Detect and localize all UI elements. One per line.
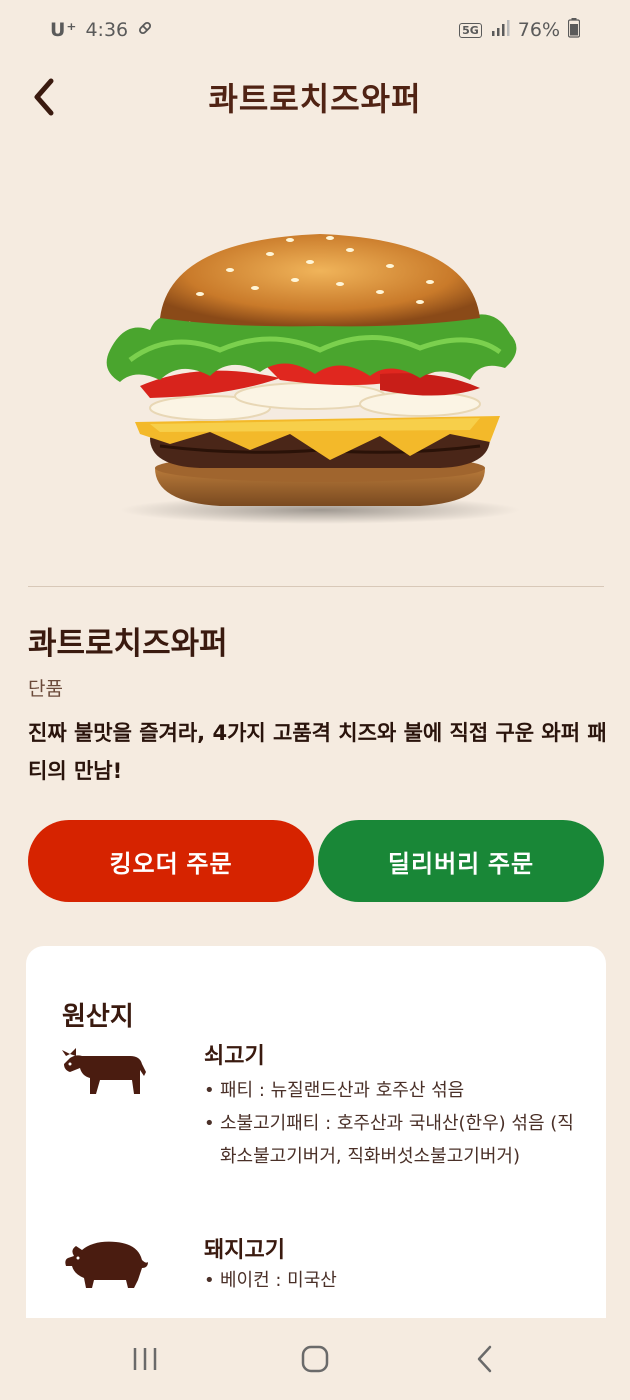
origin-title: 원산지 xyxy=(62,1002,134,1032)
delivery-order-button[interactable]: 딜리버리 주문 xyxy=(318,820,604,902)
product-name: 콰트로치즈와퍼 xyxy=(28,626,228,662)
list-item: 소불고기패티 : 호주산과 국내산(한우) 섞음 (직화소불고기버거, 직화버섯… xyxy=(204,1107,574,1173)
system-back-button[interactable] xyxy=(455,1329,515,1389)
back-arrow-icon xyxy=(477,1345,492,1373)
origin-list-pork: 베이컨 : 미국산 xyxy=(204,1264,574,1297)
signal-icon xyxy=(490,19,510,42)
home-button[interactable] xyxy=(285,1329,345,1389)
product-type: 단품 xyxy=(28,678,63,700)
pill-icon xyxy=(136,19,154,42)
status-bar: U⁺ 4:36 5G 76% xyxy=(0,0,630,60)
page-title: 콰트로치즈와퍼 xyxy=(208,80,422,118)
system-nav-bar xyxy=(0,1318,630,1400)
network-5g-icon: 5G xyxy=(459,22,482,38)
chevron-left-icon xyxy=(34,78,54,116)
battery-percent: 76% xyxy=(517,19,560,41)
product-image xyxy=(80,210,550,550)
recent-apps-button[interactable] xyxy=(115,1329,175,1389)
clock: 4:36 xyxy=(85,19,129,41)
status-right: 5G 76% xyxy=(459,17,581,43)
pig-icon xyxy=(60,1234,150,1298)
recent-apps-icon xyxy=(133,1348,157,1370)
app-header: 콰트로치즈와퍼 xyxy=(0,62,630,132)
origin-meat-pork: 돼지고기 xyxy=(204,1238,285,1263)
battery-icon xyxy=(567,17,581,43)
carrier-label: U⁺ xyxy=(50,19,78,41)
home-icon xyxy=(301,1345,329,1373)
cow-icon xyxy=(60,1042,150,1106)
origin-list-beef: 패티 : 뉴질랜드산과 호주산 섞음 소불고기패티 : 호주산과 국내산(한우)… xyxy=(204,1074,574,1173)
list-item: 패티 : 뉴질랜드산과 호주산 섞음 xyxy=(204,1074,574,1107)
origin-meat-beef: 쇠고기 xyxy=(204,1044,265,1069)
back-button[interactable] xyxy=(22,72,66,122)
kingorder-button[interactable]: 킹오더 주문 xyxy=(28,820,314,902)
divider xyxy=(28,586,604,587)
origin-card: 원산지 쇠고기 패티 : 뉴질랜드산과 호주산 섞음 소불고기패티 : 호주산과… xyxy=(26,946,606,1326)
list-item: 베이컨 : 미국산 xyxy=(204,1264,574,1297)
status-left: U⁺ 4:36 xyxy=(50,19,154,42)
product-description: 진짜 불맛을 즐겨라, 4가지 고품격 치즈와 불에 직접 구운 와퍼 패티의 … xyxy=(28,721,607,783)
